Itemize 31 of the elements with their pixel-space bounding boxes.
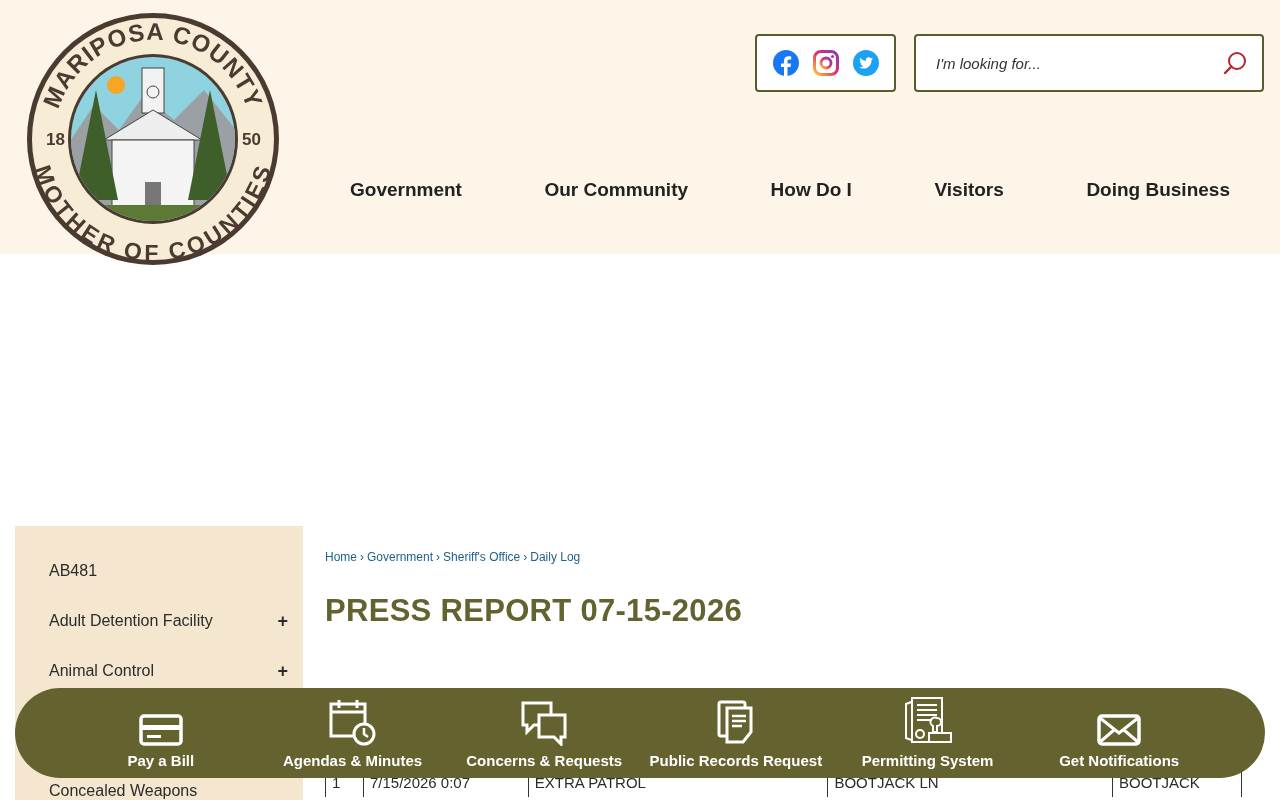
nav-link-item[interactable]: How Do I — [770, 176, 852, 205]
nav-link-item[interactable]: Our Community — [544, 176, 689, 205]
nav-link-item[interactable]: Government — [350, 176, 462, 205]
twitter-icon[interactable] — [852, 50, 879, 76]
nav-link-item[interactable]: Visitors — [934, 176, 1004, 205]
breadcrumb-separator: › — [523, 549, 528, 566]
breadcrumb-link[interactable]: Government — [367, 548, 434, 566]
envelope-icon — [1097, 713, 1142, 746]
search-field[interactable]: I'm looking for... — [914, 34, 1264, 92]
breadcrumb-separator: › — [436, 549, 441, 566]
document-stamp-icon — [902, 695, 953, 746]
speech-bubbles-icon — [520, 699, 569, 746]
search-icon[interactable] — [1222, 50, 1248, 76]
breadcrumb-separator: › — [360, 549, 364, 566]
facebook-icon[interactable] — [772, 50, 799, 76]
page-title: PRESS REPORT 07-15-2026 — [325, 592, 743, 630]
documents-icon — [716, 699, 755, 746]
sidebar-item[interactable]: Animal Control — [49, 659, 154, 683]
expand-toggle[interactable]: + — [277, 607, 288, 635]
calendar-clock-icon — [328, 697, 377, 746]
sidebar-item[interactable]: AB481 — [49, 559, 98, 583]
sidebar-item[interactable]: Concealed Weapons — [49, 779, 198, 800]
nav-link-item[interactable]: Doing Business — [1086, 176, 1230, 205]
instagram-icon[interactable] — [812, 50, 839, 76]
credit-card-icon — [138, 713, 183, 746]
breadcrumb-link[interactable]: Home — [325, 548, 357, 566]
breadcrumb-link[interactable]: Daily Log — [530, 548, 581, 566]
quick-link[interactable]: Pay a Bill — [65, 688, 257, 778]
expand-toggle[interactable]: + — [277, 657, 288, 685]
sidebar-item[interactable]: Adult Detention Facility — [49, 609, 213, 633]
breadcrumb-link[interactable]: Sheriff's Office — [443, 548, 521, 566]
